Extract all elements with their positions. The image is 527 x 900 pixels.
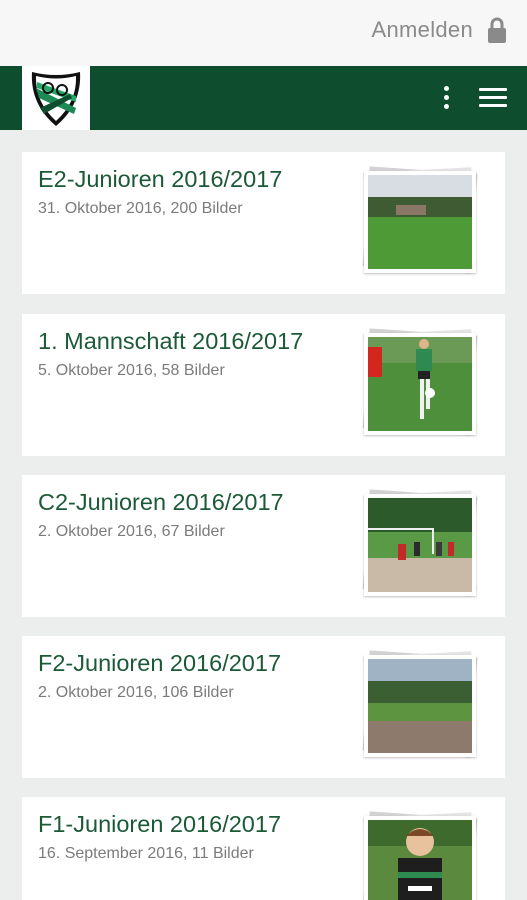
photo-empty-field [368, 659, 472, 753]
album-title: C2-Junioren 2016/2017 [38, 489, 284, 515]
hamburger-icon[interactable] [479, 88, 507, 108]
album-subtitle: 5. Oktober 2016, 58 Bilder [38, 362, 225, 379]
album-subtitle: 2. Oktober 2016, 67 Bilder [38, 523, 225, 540]
photo-football-pitch [368, 498, 472, 592]
album-card[interactable]: E2-Junioren 2016/2017 31. Oktober 2016, … [22, 152, 505, 294]
album-thumbnail [362, 489, 482, 599]
photo-player-portrait [368, 820, 472, 900]
album-title: F2-Junioren 2016/2017 [38, 650, 282, 676]
album-card[interactable]: 1. Mannschaft 2016/2017 5. Oktober 2016,… [22, 314, 505, 456]
album-thumbnail [362, 328, 482, 438]
album-subtitle: 16. September 2016, 11 Bilder [38, 845, 254, 862]
album-thumbnail [362, 166, 482, 276]
album-thumbnail [362, 811, 482, 900]
top-bar: Anmelden [0, 0, 527, 66]
login-button[interactable]: Anmelden [372, 16, 507, 44]
photo-football-field [368, 175, 472, 269]
album-card[interactable]: F2-Junioren 2016/2017 2. Oktober 2016, 1… [22, 636, 505, 778]
club-logo[interactable] [22, 66, 90, 130]
lock-icon [488, 17, 506, 43]
album-card[interactable]: F1-Junioren 2016/2017 16. September 2016… [22, 797, 505, 900]
album-thumbnail [362, 650, 482, 760]
photo-football-action [368, 337, 472, 431]
album-title: E2-Junioren 2016/2017 [38, 166, 283, 192]
album-subtitle: 2. Oktober 2016, 106 Bilder [38, 684, 234, 701]
album-card[interactable]: C2-Junioren 2016/2017 2. Oktober 2016, 6… [22, 475, 505, 617]
album-title: F1-Junioren 2016/2017 [38, 811, 282, 837]
more-vertical-icon[interactable] [443, 86, 451, 110]
album-title: 1. Mannschaft 2016/2017 [38, 328, 304, 354]
login-label: Anmelden [371, 17, 473, 42]
album-subtitle: 31. Oktober 2016, 200 Bilder [38, 200, 243, 217]
club-crest-icon [31, 72, 81, 126]
